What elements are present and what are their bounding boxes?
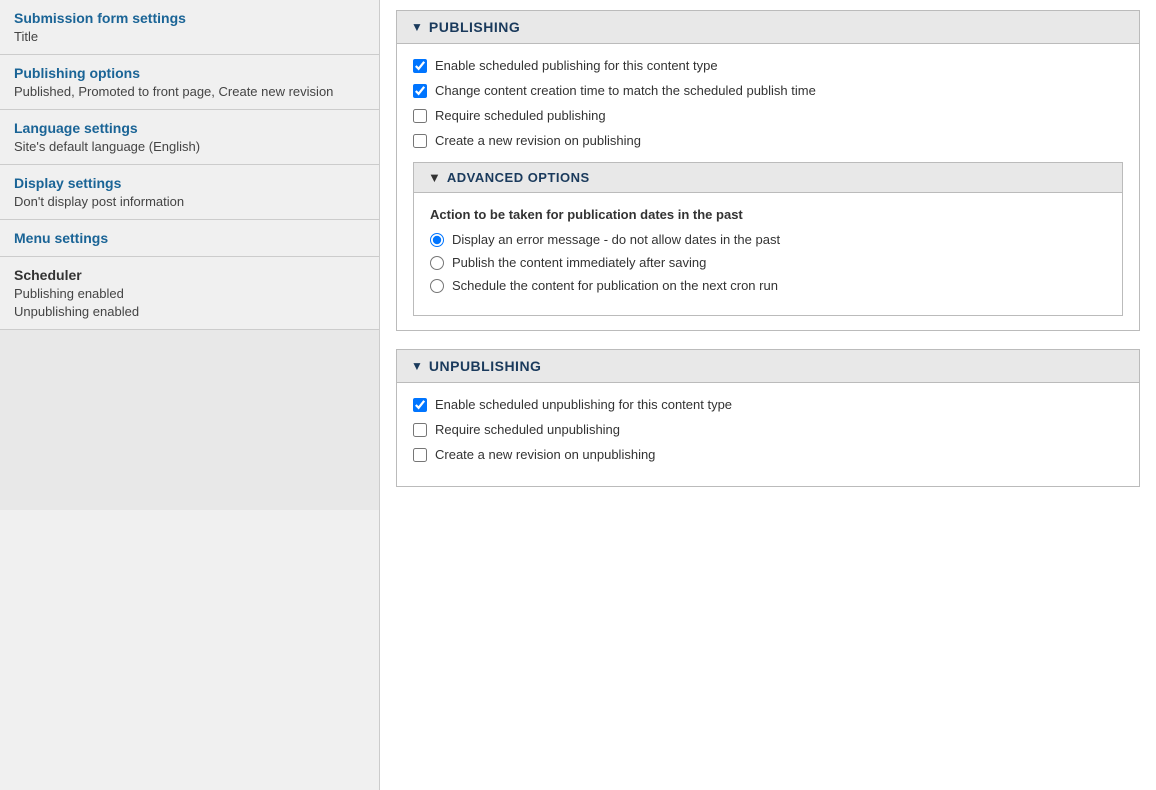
- unpublishing-section: ▼ UNPUBLISHING Enable scheduled unpublis…: [396, 349, 1140, 487]
- publishing-section-title: PUBLISHING: [429, 19, 520, 35]
- checkbox-row-enable-scheduled-unpublishing: Enable scheduled unpublishing for this c…: [413, 397, 1123, 412]
- sidebar-empty-space: [0, 330, 379, 510]
- checkbox-row-change-content-creation-time: Change content creation time to match th…: [413, 83, 1123, 98]
- sidebar-subtext-submission-form-settings: Title: [14, 29, 365, 44]
- radio-label-radio-schedule-cron: Schedule the content for publication on …: [452, 278, 778, 293]
- radio-radio-error[interactable]: [430, 233, 444, 247]
- checkbox-row-require-scheduled-unpublishing: Require scheduled unpublishing: [413, 422, 1123, 437]
- checkbox-create-new-revision-publishing[interactable]: [413, 134, 427, 148]
- checkbox-require-scheduled-unpublishing[interactable]: [413, 423, 427, 437]
- sidebar-link-publishing-options[interactable]: Publishing options: [14, 65, 140, 81]
- checkbox-row-create-new-revision-publishing: Create a new revision on publishing: [413, 133, 1123, 148]
- publishing-section-header: ▼ PUBLISHING: [397, 11, 1139, 44]
- sidebar-link-submission-form-settings[interactable]: Submission form settings: [14, 10, 186, 26]
- checkbox-label-create-new-revision-publishing: Create a new revision on publishing: [435, 133, 641, 148]
- checkbox-label-change-content-creation-time: Change content creation time to match th…: [435, 83, 816, 98]
- checkbox-label-require-scheduled-publishing: Require scheduled publishing: [435, 108, 606, 123]
- publishing-section-body: Enable scheduled publishing for this con…: [397, 44, 1139, 330]
- advanced-options-title: ADVANCED OPTIONS: [447, 170, 590, 185]
- checkbox-change-content-creation-time[interactable]: [413, 84, 427, 98]
- advanced-options-header: ▼ ADVANCED OPTIONS: [414, 163, 1122, 193]
- scheduler-title: Scheduler: [14, 267, 365, 283]
- checkbox-row-require-scheduled-publishing: Require scheduled publishing: [413, 108, 1123, 123]
- radio-row-radio-publish-immediately: Publish the content immediately after sa…: [430, 255, 1106, 270]
- checkbox-create-new-revision-unpublishing[interactable]: [413, 448, 427, 462]
- checkbox-row-create-new-revision-unpublishing: Create a new revision on unpublishing: [413, 447, 1123, 462]
- checkbox-require-scheduled-publishing[interactable]: [413, 109, 427, 123]
- main-content: ▼ PUBLISHING Enable scheduled publishing…: [380, 0, 1156, 790]
- checkbox-enable-scheduled-unpublishing[interactable]: [413, 398, 427, 412]
- checkbox-enable-scheduled-publishing[interactable]: [413, 59, 427, 73]
- scheduler-unpublishing-enabled: Unpublishing enabled: [14, 304, 365, 319]
- sidebar-subtext-publishing-options: Published, Promoted to front page, Creat…: [14, 84, 365, 99]
- unpublishing-section-header: ▼ UNPUBLISHING: [397, 350, 1139, 383]
- sidebar-item-display-settings: Display settings Don't display post infor…: [0, 165, 379, 220]
- advanced-triangle-icon: ▼: [428, 170, 441, 185]
- sidebar-link-display-settings[interactable]: Display settings: [14, 175, 121, 191]
- unpublishing-section-body: Enable scheduled unpublishing for this c…: [397, 383, 1139, 486]
- radio-row-radio-schedule-cron: Schedule the content for publication on …: [430, 278, 1106, 293]
- sidebar-link-language-settings[interactable]: Language settings: [14, 120, 138, 136]
- radio-label-radio-error: Display an error message - do not allow …: [452, 232, 780, 247]
- unpublishing-triangle-icon: ▼: [411, 359, 423, 373]
- sidebar-link-menu-settings[interactable]: Menu settings: [14, 230, 108, 246]
- sidebar: Submission form settings Title Publishing …: [0, 0, 380, 790]
- advanced-options-body: Action to be taken for publication dates…: [414, 193, 1122, 315]
- action-label: Action to be taken for publication dates…: [430, 207, 1106, 222]
- radio-radio-schedule-cron[interactable]: [430, 279, 444, 293]
- radio-label-radio-publish-immediately: Publish the content immediately after sa…: [452, 255, 706, 270]
- checkbox-label-enable-scheduled-publishing: Enable scheduled publishing for this con…: [435, 58, 718, 73]
- sidebar-item-language-settings: Language settings Site's default language…: [0, 110, 379, 165]
- sidebar-item-menu-settings: Menu settings: [0, 220, 379, 257]
- sidebar-subtext-language-settings: Site's default language (English): [14, 139, 365, 154]
- radio-row-radio-error: Display an error message - do not allow …: [430, 232, 1106, 247]
- checkbox-label-enable-scheduled-unpublishing: Enable scheduled unpublishing for this c…: [435, 397, 732, 412]
- unpublishing-section-title: UNPUBLISHING: [429, 358, 542, 374]
- advanced-options-box: ▼ ADVANCED OPTIONS Action to be taken fo…: [413, 162, 1123, 316]
- sidebar-subtext-display-settings: Don't display post information: [14, 194, 365, 209]
- radio-radio-publish-immediately[interactable]: [430, 256, 444, 270]
- sidebar-scheduler: Scheduler Publishing enabled Unpublishin…: [0, 257, 379, 330]
- publishing-triangle-icon: ▼: [411, 20, 423, 34]
- checkbox-row-enable-scheduled-publishing: Enable scheduled publishing for this con…: [413, 58, 1123, 73]
- scheduler-publishing-enabled: Publishing enabled: [14, 286, 365, 301]
- sidebar-item-submission-form-settings: Submission form settings Title: [0, 0, 379, 55]
- sidebar-item-publishing-options: Publishing options Published, Promoted to…: [0, 55, 379, 110]
- checkbox-label-require-scheduled-unpublishing: Require scheduled unpublishing: [435, 422, 620, 437]
- publishing-section: ▼ PUBLISHING Enable scheduled publishing…: [396, 10, 1140, 331]
- checkbox-label-create-new-revision-unpublishing: Create a new revision on unpublishing: [435, 447, 655, 462]
